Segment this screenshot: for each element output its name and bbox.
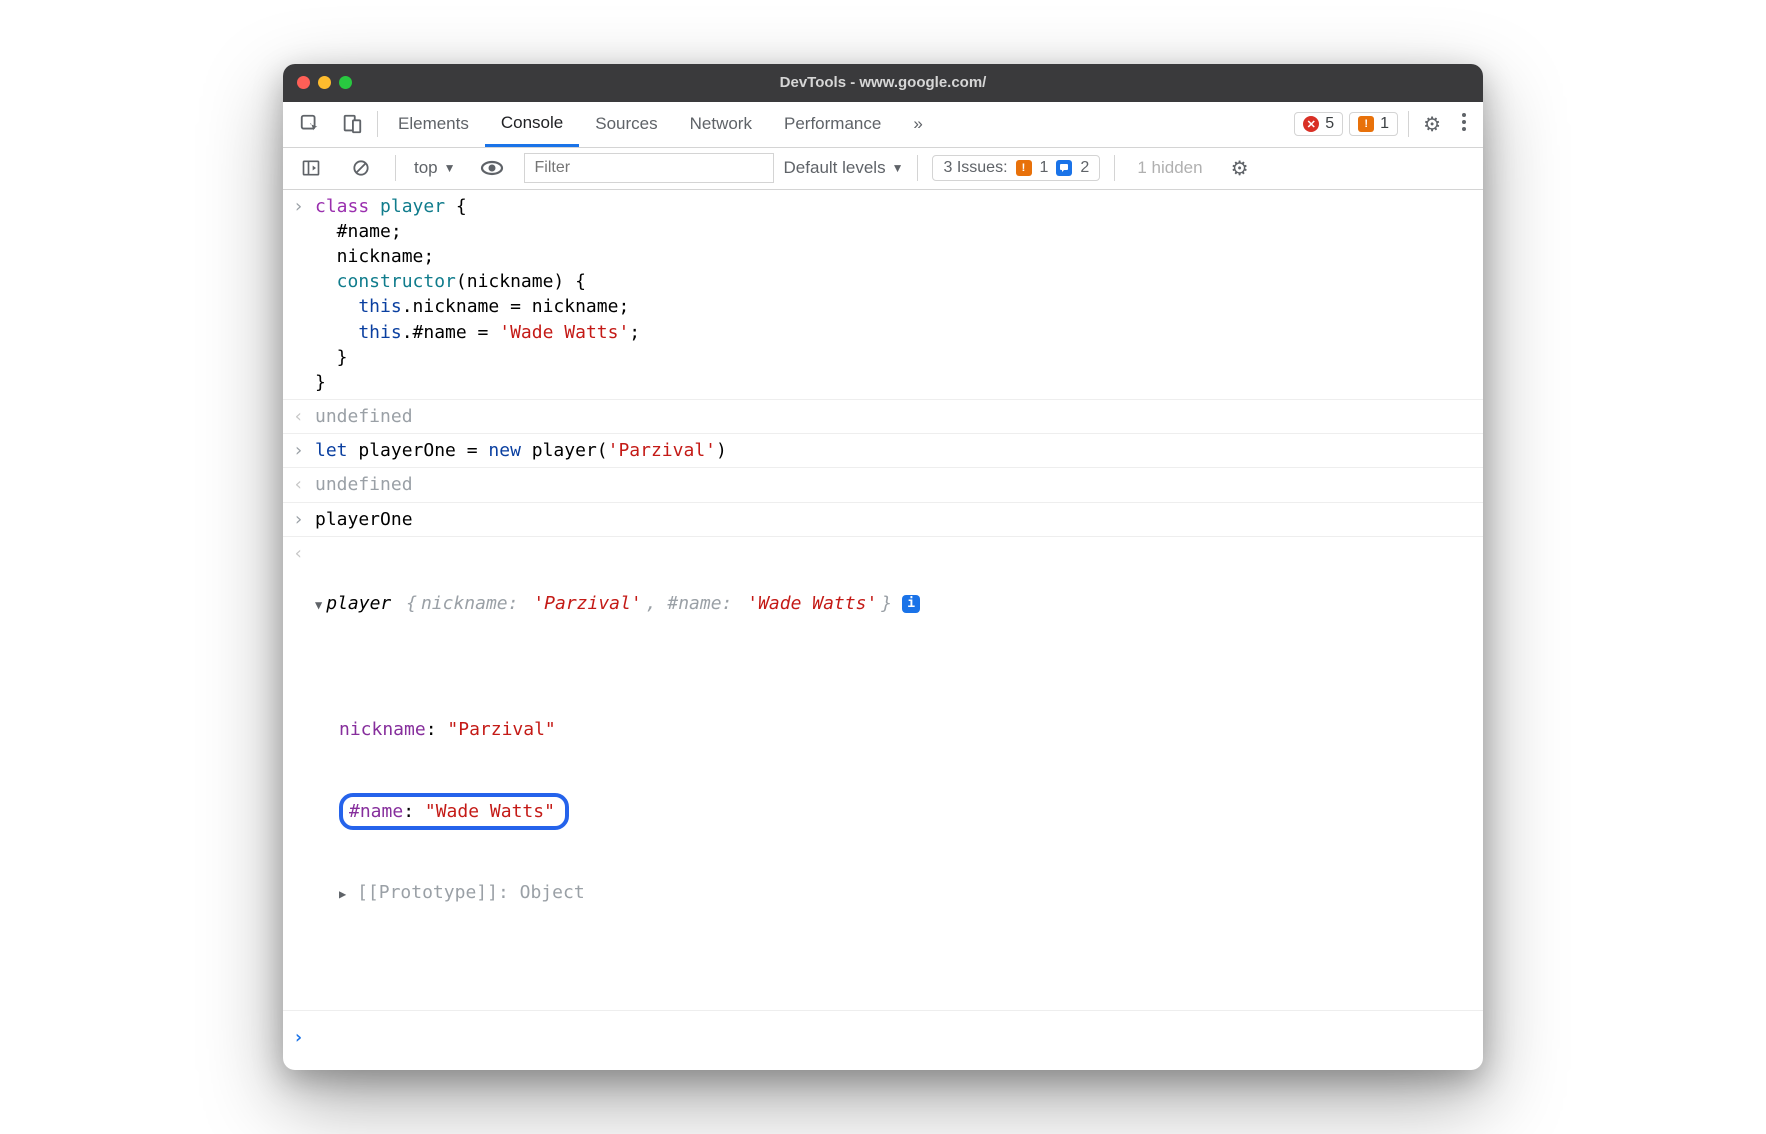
expand-toggle-icon[interactable] <box>315 591 322 616</box>
issues-label: 3 Issues: <box>943 159 1007 177</box>
context-label: top <box>414 158 438 178</box>
code-block: class player { #name; nickname; construc… <box>315 194 1473 396</box>
input-caret-icon <box>293 509 304 530</box>
console-toolbar: top ▼ Default levels ▼ 3 Issues: ! 1 2 1… <box>283 148 1483 190</box>
console-settings-gear-icon[interactable]: ⚙ <box>1221 156 1259 181</box>
info-icon <box>1056 160 1072 176</box>
more-menu-icon[interactable] <box>1451 112 1477 137</box>
object-prototype[interactable]: [[Prototype]]: Object <box>339 880 1473 905</box>
code-block: let playerOne = new player('Parzival') <box>315 438 1473 463</box>
device-toggle-icon[interactable] <box>331 113 373 135</box>
log-levels-selector[interactable]: Default levels ▼ <box>784 158 904 178</box>
issues-button[interactable]: 3 Issues: ! 1 2 <box>932 155 1100 181</box>
chevron-down-icon: ▼ <box>444 161 456 175</box>
error-count: 5 <box>1325 115 1334 133</box>
inspect-element-icon[interactable] <box>289 113 331 135</box>
tab-performance[interactable]: Performance <box>768 102 897 147</box>
tabs-overflow[interactable]: » <box>897 102 938 147</box>
traffic-lights <box>283 76 352 89</box>
divider <box>395 155 396 181</box>
warning-icon: ! <box>1358 116 1374 132</box>
close-icon[interactable] <box>297 76 310 89</box>
console-output-row: player {nickname: 'Parzival', #name: 'Wa… <box>283 537 1483 1010</box>
tab-sources[interactable]: Sources <box>579 102 673 147</box>
console-input-row[interactable]: let playerOne = new player('Parzival') <box>283 434 1483 468</box>
tab-elements[interactable]: Elements <box>382 102 485 147</box>
object-preview[interactable]: player {nickname: 'Parzival', #name: 'Wa… <box>315 541 1473 1006</box>
output-caret-icon <box>293 474 304 495</box>
issues-info-count: 2 <box>1080 159 1089 177</box>
titlebar: DevTools - www.google.com/ <box>283 64 1483 102</box>
devtools-window: DevTools - www.google.com/ Elements Cons… <box>283 64 1483 1071</box>
output-value: undefined <box>315 404 1473 429</box>
expand-toggle-icon[interactable] <box>339 882 346 903</box>
code-block: playerOne <box>315 507 1473 532</box>
divider <box>377 111 378 137</box>
issues-warn-count: 1 <box>1040 159 1049 177</box>
prompt-input[interactable] <box>315 1025 1473 1050</box>
output-caret-icon <box>293 406 304 427</box>
panel-tabs: Elements Console Sources Network Perform… <box>382 102 939 147</box>
live-expression-icon[interactable] <box>470 156 514 180</box>
main-tabbar: Elements Console Sources Network Perform… <box>283 102 1483 148</box>
filter-input[interactable] <box>524 153 774 183</box>
hidden-count[interactable]: 1 hidden <box>1129 158 1210 178</box>
zoom-icon[interactable] <box>339 76 352 89</box>
tab-network[interactable]: Network <box>674 102 768 147</box>
prompt-caret-icon: › <box>293 1027 304 1048</box>
minimize-icon[interactable] <box>318 76 331 89</box>
clear-console-icon[interactable] <box>341 158 381 178</box>
divider <box>1408 111 1409 137</box>
object-property[interactable]: nickname: "Parzival" <box>339 717 1473 742</box>
console-prompt[interactable]: › <box>283 1010 1483 1070</box>
console-input-row[interactable]: playerOne <box>283 503 1483 537</box>
input-caret-icon <box>293 440 304 461</box>
tab-console[interactable]: Console <box>485 102 579 147</box>
object-property-private[interactable]: #name: "Wade Watts" <box>339 793 1473 830</box>
divider <box>917 155 918 181</box>
levels-label: Default levels <box>784 158 886 178</box>
console-output-row: undefined <box>283 468 1483 502</box>
console-output-row: undefined <box>283 400 1483 434</box>
settings-gear-icon[interactable]: ⚙ <box>1413 112 1451 137</box>
warning-count: 1 <box>1380 115 1389 133</box>
console-input-row[interactable]: class player { #name; nickname; construc… <box>283 190 1483 401</box>
chevron-down-icon: ▼ <box>892 161 904 175</box>
info-icon[interactable]: i <box>902 595 920 613</box>
error-icon: ✕ <box>1303 116 1319 132</box>
context-selector[interactable]: top ▼ <box>410 158 460 178</box>
output-value: undefined <box>315 472 1473 497</box>
warning-icon: ! <box>1016 160 1032 176</box>
divider <box>1114 155 1115 181</box>
input-caret-icon <box>293 196 304 217</box>
sidebar-toggle-icon[interactable] <box>291 158 331 178</box>
console-output: class player { #name; nickname; construc… <box>283 190 1483 1071</box>
output-caret-icon <box>293 543 304 564</box>
warning-count-badge[interactable]: ! 1 <box>1349 112 1398 136</box>
error-count-badge[interactable]: ✕ 5 <box>1294 112 1343 136</box>
window-title: DevTools - www.google.com/ <box>283 74 1483 91</box>
